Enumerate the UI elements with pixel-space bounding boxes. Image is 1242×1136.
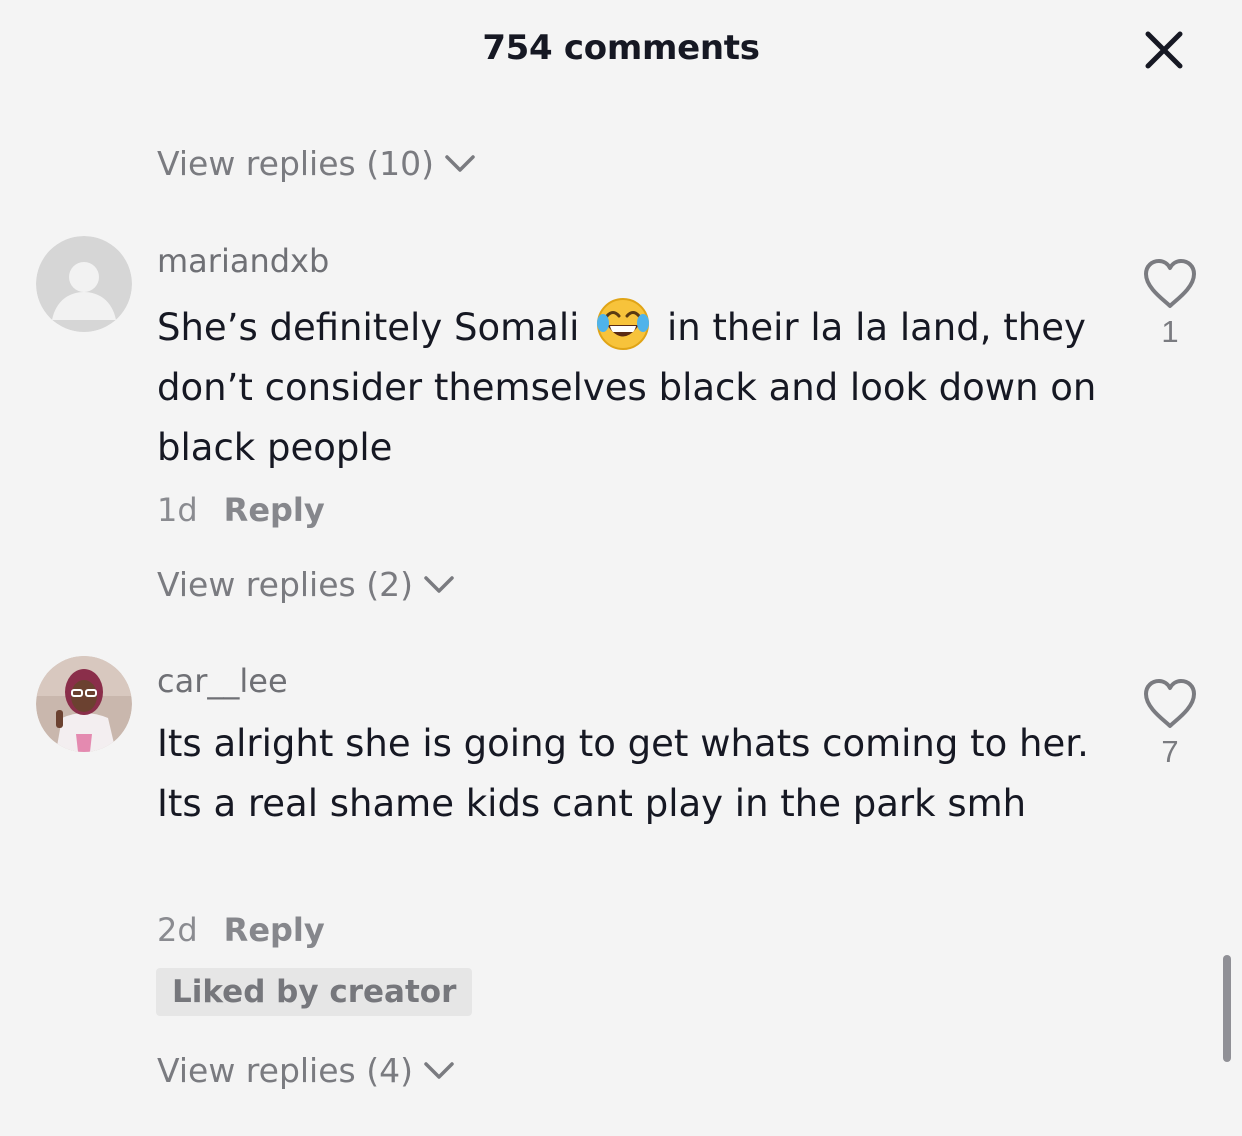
- chevron-down-icon: [424, 1062, 454, 1079]
- scrollbar[interactable]: [1223, 955, 1231, 1062]
- comment-text: Its alright she is going to get whats co…: [157, 722, 1089, 825]
- comment-meta: 2d Reply: [157, 911, 325, 949]
- face-with-tears-of-joy-icon: [597, 298, 650, 350]
- comment-meta: 1d Reply: [157, 491, 325, 529]
- comments-sheet: 754 comments View replies (10) mariandxb…: [0, 0, 1242, 1136]
- view-replies-label: View replies (10): [157, 143, 434, 183]
- view-replies-button[interactable]: View replies (4): [157, 1048, 455, 1092]
- avatar[interactable]: [36, 656, 132, 752]
- heart-icon: [1144, 679, 1196, 728]
- comment-timestamp: 1d: [157, 491, 198, 529]
- comments-count-title: 754 comments: [482, 28, 760, 68]
- view-replies-label: View replies (2): [157, 564, 413, 604]
- close-button[interactable]: [1140, 26, 1188, 74]
- reply-button[interactable]: Reply: [224, 491, 325, 529]
- reply-button[interactable]: Reply: [224, 911, 325, 949]
- avatar[interactable]: [36, 236, 132, 332]
- like-button[interactable]: 1: [1140, 258, 1200, 350]
- like-button[interactable]: 7: [1140, 678, 1200, 770]
- like-count: 7: [1161, 734, 1179, 769]
- chevron-down-icon: [445, 155, 475, 172]
- comment-timestamp: 2d: [157, 911, 198, 949]
- comment-text-part: She’s definitely Somali: [157, 306, 580, 349]
- view-replies-label: View replies (4): [157, 1050, 413, 1090]
- comment-username[interactable]: car__lee: [157, 662, 288, 700]
- close-icon: [1145, 31, 1183, 69]
- liked-by-creator-badge: Liked by creator: [156, 968, 473, 1016]
- view-replies-button[interactable]: View replies (2): [157, 562, 455, 606]
- heart-icon: [1144, 259, 1196, 308]
- user-photo-avatar: [36, 656, 132, 752]
- comment-text: She’s definitely Somali in their la la l…: [157, 296, 1097, 478]
- chevron-down-icon: [424, 576, 454, 593]
- comment-username[interactable]: mariandxb: [157, 242, 329, 280]
- view-replies-button[interactable]: View replies (10): [157, 141, 476, 185]
- default-avatar-icon: [36, 236, 132, 332]
- like-count: 1: [1161, 314, 1179, 349]
